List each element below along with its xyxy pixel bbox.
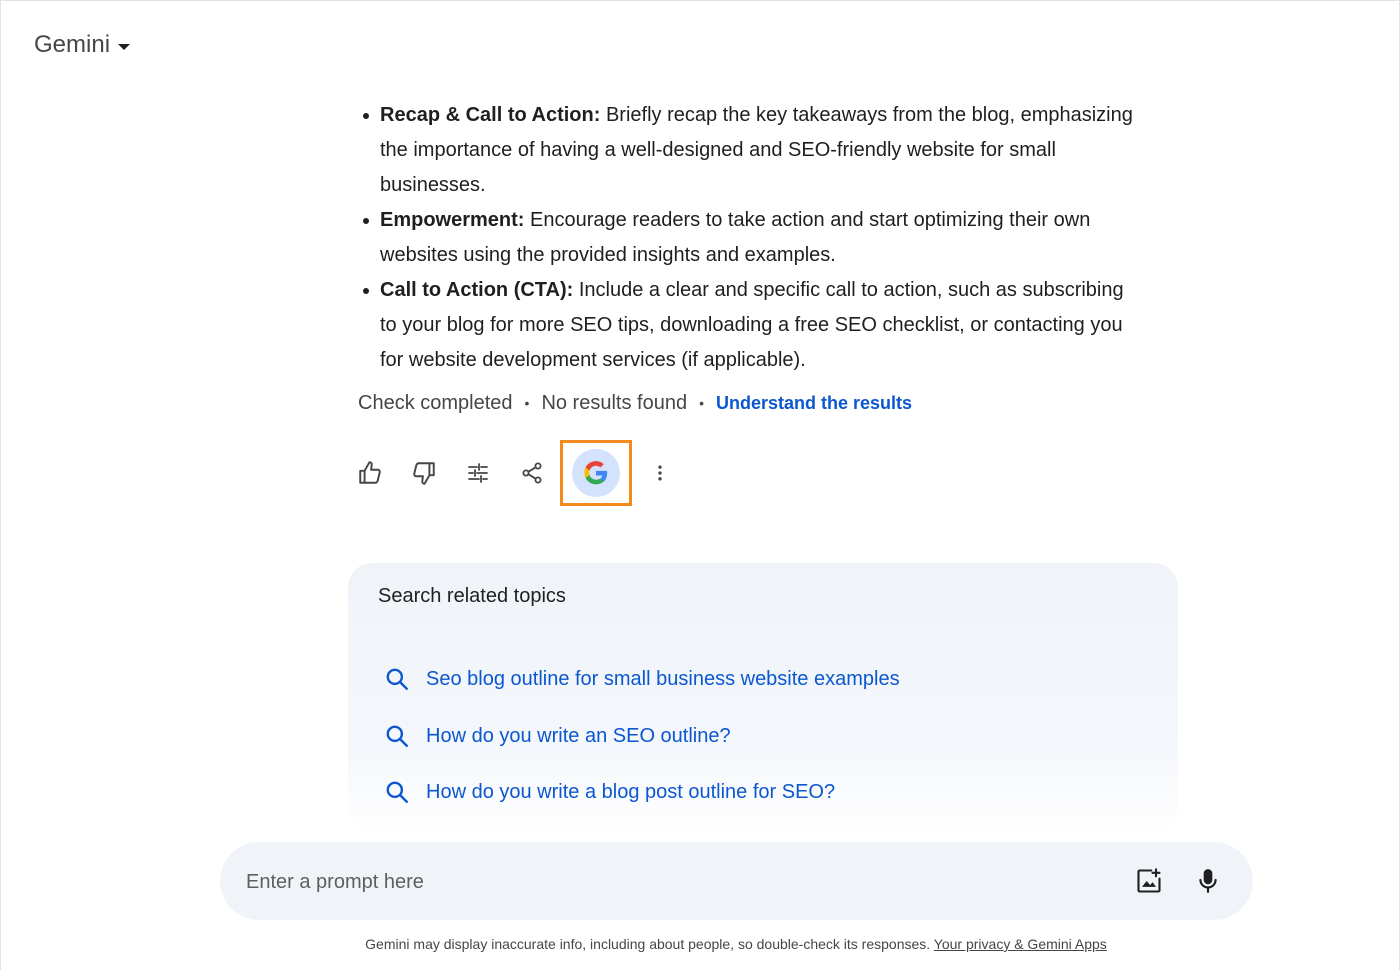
gemini-page: Gemini Recap & Call to Action: Briefly r… [0, 0, 1400, 970]
related-topic-label: How do you write a blog post outline for… [426, 780, 836, 803]
thumbs-up-icon [359, 461, 381, 484]
response-content: Recap & Call to Action: Briefly recap th… [358, 98, 1138, 419]
related-topic-item[interactable]: How do you write a blog post outline for… [384, 779, 835, 805]
share-button[interactable] [510, 451, 554, 495]
list-item: Call to Action (CTA): Include a clear an… [358, 273, 1138, 378]
share-icon [522, 462, 542, 484]
bullet-heading: Empowerment: [380, 209, 525, 231]
model-selector[interactable]: Gemini [34, 31, 131, 59]
bullet-heading: Call to Action (CTA): [380, 279, 574, 301]
check-result-text: No results found [541, 391, 688, 414]
disclaimer-text: Gemini may display inaccurate info, incl… [365, 936, 931, 952]
add-image-icon [1137, 868, 1161, 893]
related-topic-item[interactable]: Seo blog outline for small business webs… [384, 666, 900, 692]
footer-disclaimer: Gemini may display inaccurate info, incl… [1, 936, 1400, 952]
google-g-icon [584, 461, 608, 485]
thumbs-down-button[interactable] [402, 451, 446, 495]
modify-response-button[interactable] [456, 451, 500, 495]
search-icon [386, 668, 408, 690]
microphone-icon [1199, 869, 1217, 893]
double-check-button[interactable] [572, 449, 620, 497]
upload-image-button[interactable] [1129, 861, 1169, 901]
prompt-input[interactable] [244, 862, 1088, 902]
list-item: Empowerment: Encourage readers to take a… [358, 203, 1138, 273]
search-icon [386, 725, 408, 747]
separator-dot: • [524, 395, 530, 411]
app-title: Gemini [34, 31, 111, 58]
more-options-button[interactable] [638, 451, 682, 495]
search-related-topics-card: Search related topics Seo blog outline f… [348, 563, 1178, 833]
prompt-bar [220, 842, 1253, 920]
search-icon [386, 781, 408, 803]
response-bullets: Recap & Call to Action: Briefly recap th… [358, 98, 1138, 378]
related-topic-label: Seo blog outline for small business webs… [426, 667, 900, 690]
double-check-status: Check completed • No results found • Und… [358, 387, 1138, 419]
response-actions [348, 440, 692, 506]
thumbs-down-icon [413, 462, 435, 485]
tune-icon [468, 463, 488, 483]
check-status-text: Check completed [358, 391, 513, 414]
highlight-box [560, 440, 632, 506]
caret-down-icon [118, 43, 131, 50]
related-topic-item[interactable]: How do you write an SEO outline? [384, 723, 731, 749]
understand-results-link[interactable]: Understand the results [716, 393, 912, 414]
privacy-link[interactable]: Your privacy & Gemini Apps [934, 936, 1107, 952]
related-topics-title: Search related topics [378, 585, 566, 607]
thumbs-up-button[interactable] [348, 451, 392, 495]
more-vert-icon [658, 465, 662, 481]
related-topic-label: How do you write an SEO outline? [426, 724, 731, 747]
separator-dot: • [699, 395, 704, 411]
list-item: Recap & Call to Action: Briefly recap th… [358, 98, 1138, 203]
bullet-heading: Recap & Call to Action: [380, 104, 601, 126]
microphone-button[interactable] [1188, 861, 1228, 901]
